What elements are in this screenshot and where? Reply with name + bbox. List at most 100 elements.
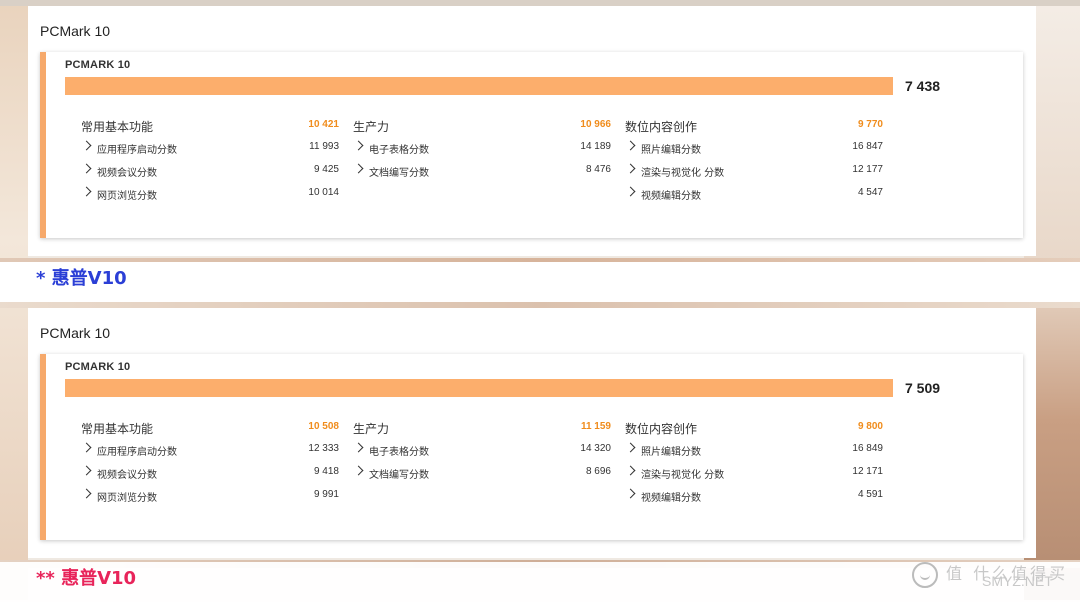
- subscore-label: 网页浏览分数: [97, 493, 157, 504]
- chevron-right-icon[interactable]: [353, 465, 364, 476]
- score-bar-fill: [65, 77, 893, 95]
- total-score: 7 509: [905, 380, 941, 396]
- score-bar: [65, 77, 893, 95]
- panel-title: PCMark 10: [40, 325, 111, 341]
- subscore-label: 电子表格分数: [369, 447, 429, 458]
- subscore-value: 9 425: [313, 164, 339, 175]
- subscore-value: 10 014: [308, 187, 339, 198]
- subscore-row[interactable]: 视频编辑分数 4 591: [625, 484, 883, 507]
- subscore-value: 12 171: [852, 466, 883, 477]
- chevron-right-icon[interactable]: [81, 140, 92, 151]
- group-name: 生产力: [353, 422, 390, 436]
- chevron-right-icon[interactable]: [353, 140, 364, 151]
- chevron-right-icon[interactable]: [81, 488, 92, 499]
- group-name: 常用基本功能: [81, 422, 154, 436]
- subscore-value: 9 991: [313, 489, 339, 500]
- chevron-right-icon[interactable]: [625, 163, 636, 174]
- subscore-row[interactable]: 文档编写分数 8 696: [353, 461, 611, 484]
- score-group-essentials: 常用基本功能 10 421 应用程序启动分数 11 993 视频会议分数 9 4…: [81, 116, 339, 205]
- group-score: 11 159: [580, 421, 611, 432]
- chevron-right-icon[interactable]: [81, 465, 92, 476]
- subscore-value: 11 993: [309, 141, 339, 152]
- chevron-right-icon[interactable]: [625, 140, 636, 151]
- caption-1: * 惠普V10: [0, 262, 1080, 302]
- caption-text: * 惠普V10: [36, 268, 127, 289]
- score-bar: [65, 379, 893, 397]
- subscore-value: 8 696: [585, 466, 611, 477]
- subscore-label: 视频编辑分数: [641, 493, 701, 504]
- subscore-row[interactable]: 文档编写分数 8 476: [353, 159, 611, 182]
- subscore-label: 视频会议分数: [97, 168, 157, 179]
- accent-stripe: [40, 354, 46, 540]
- chevron-right-icon[interactable]: [625, 488, 636, 499]
- card-title: PCMARK 10: [65, 59, 131, 71]
- chevron-right-icon[interactable]: [81, 163, 92, 174]
- subscore-row[interactable]: 照片编辑分数 16 849: [625, 438, 883, 461]
- chevron-right-icon[interactable]: [81, 186, 92, 197]
- group-name: 常用基本功能: [81, 120, 154, 134]
- chevron-right-icon[interactable]: [353, 442, 364, 453]
- subscore-row[interactable]: 视频会议分数 9 418: [81, 461, 339, 484]
- group-name: 生产力: [353, 120, 390, 134]
- subscore-label: 渲染与视觉化 分数: [641, 470, 725, 481]
- subscore-value: 8 476: [585, 164, 611, 175]
- subscore-label: 照片编辑分数: [641, 447, 701, 458]
- subscore-value: 12 333: [308, 443, 339, 454]
- subscore-row[interactable]: 渲染与视觉化 分数 12 177: [625, 159, 883, 182]
- watermark-en: SMYZ.NET: [982, 573, 1053, 589]
- chevron-right-icon[interactable]: [353, 163, 364, 174]
- chevron-right-icon[interactable]: [81, 442, 92, 453]
- subscore-label: 渲染与视觉化 分数: [641, 168, 725, 179]
- subscore-row[interactable]: 电子表格分数 14 320: [353, 438, 611, 461]
- pcmark-score-card: PCMARK 10 7 509 常用基本功能 10 508 应用程序启动分数 1…: [40, 354, 1023, 540]
- accent-stripe: [40, 52, 46, 238]
- subscore-row[interactable]: 视频会议分数 9 425: [81, 159, 339, 182]
- subscore-value: 14 320: [580, 443, 611, 454]
- subscore-label: 视频会议分数: [97, 470, 157, 481]
- subscore-value: 9 418: [313, 466, 339, 477]
- subscore-value: 16 847: [852, 141, 883, 152]
- total-score: 7 438: [905, 78, 941, 94]
- subscore-value: 16 849: [852, 443, 883, 454]
- subscore-label: 文档编写分数: [369, 168, 429, 179]
- group-score: 10 508: [308, 421, 339, 432]
- score-group-digital-content: 数位内容创作 9 800 照片编辑分数 16 849 渲染与视觉化 分数 12 …: [625, 418, 883, 507]
- subscore-label: 电子表格分数: [369, 145, 429, 156]
- score-group-productivity: 生产力 11 159 电子表格分数 14 320 文档编写分数 8 696: [353, 418, 611, 484]
- subscore-value: 12 177: [852, 164, 883, 175]
- subscore-value: 4 547: [857, 187, 883, 198]
- chevron-right-icon[interactable]: [625, 442, 636, 453]
- pcmark-result-panel-1: PCMark 10 PCMARK 10 7 438 常用基本功能 10 421 …: [28, 6, 1036, 256]
- score-group-productivity: 生产力 10 966 电子表格分数 14 189 文档编写分数 8 476: [353, 116, 611, 182]
- chevron-right-icon[interactable]: [625, 465, 636, 476]
- subscore-row[interactable]: 照片编辑分数 16 847: [625, 136, 883, 159]
- subscore-label: 网页浏览分数: [97, 191, 157, 202]
- card-title: PCMARK 10: [65, 361, 131, 373]
- smile-logo-icon: [912, 562, 938, 588]
- watermark: 值 什么值得买 SMYZ.NET: [912, 560, 1072, 596]
- group-score: 9 800: [857, 421, 883, 432]
- group-score: 9 770: [857, 119, 883, 130]
- subscore-row[interactable]: 应用程序启动分数 12 333: [81, 438, 339, 461]
- score-bar-fill: [65, 379, 893, 397]
- pcmark-score-card: PCMARK 10 7 438 常用基本功能 10 421 应用程序启动分数 1…: [40, 52, 1023, 238]
- subscore-row[interactable]: 电子表格分数 14 189: [353, 136, 611, 159]
- caption-text: ** 惠普V10: [36, 568, 137, 589]
- subscore-label: 应用程序启动分数: [97, 145, 177, 156]
- chevron-right-icon[interactable]: [625, 186, 636, 197]
- panel-title: PCMark 10: [40, 23, 111, 39]
- subscore-value: 4 591: [857, 489, 883, 500]
- group-score: 10 966: [580, 119, 611, 130]
- group-name: 数位内容创作: [625, 120, 698, 134]
- group-name: 数位内容创作: [625, 422, 698, 436]
- subscore-label: 照片编辑分数: [641, 145, 701, 156]
- subscore-row[interactable]: 网页浏览分数 9 991: [81, 484, 339, 507]
- subscore-row[interactable]: 应用程序启动分数 11 993: [81, 136, 339, 159]
- subscore-row[interactable]: 视频编辑分数 4 547: [625, 182, 883, 205]
- subscore-row[interactable]: 渲染与视觉化 分数 12 171: [625, 461, 883, 484]
- subscore-value: 14 189: [580, 141, 611, 152]
- subscore-row[interactable]: 网页浏览分数 10 014: [81, 182, 339, 205]
- subscore-label: 应用程序启动分数: [97, 447, 177, 458]
- subscore-label: 视频编辑分数: [641, 191, 701, 202]
- subscore-label: 文档编写分数: [369, 470, 429, 481]
